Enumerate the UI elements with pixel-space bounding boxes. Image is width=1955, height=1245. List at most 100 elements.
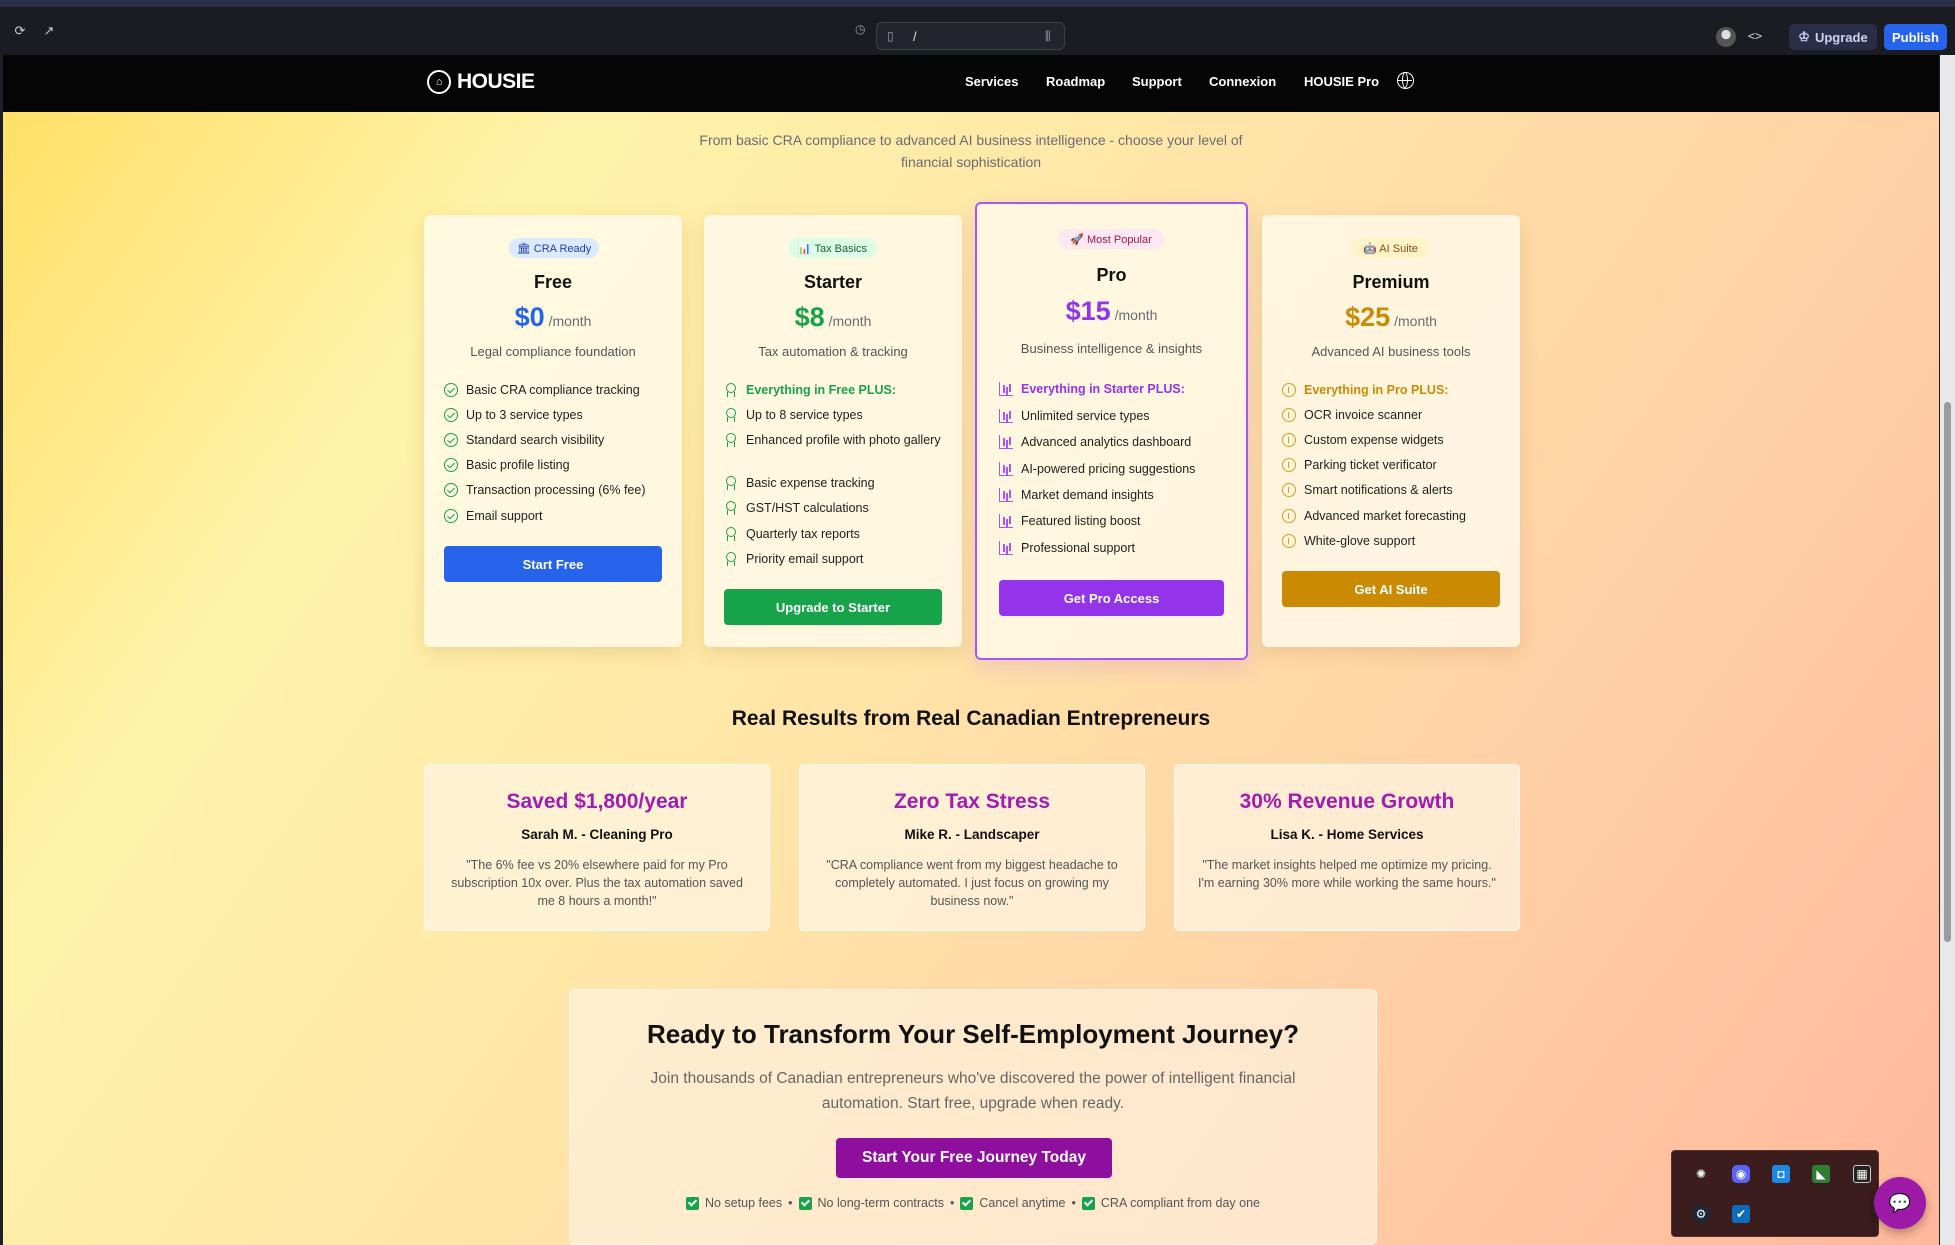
perk-item: CRA compliant from day one	[1081, 1196, 1260, 1210]
nvidia-icon[interactable]: ◣	[1812, 1165, 1830, 1183]
start-free-button[interactable]: Start Free	[444, 546, 662, 582]
feature-text: Advanced market forecasting	[1304, 509, 1466, 523]
result-author: Sarah M. - Cleaning Pro	[521, 827, 673, 842]
nav-services[interactable]: Services	[965, 74, 1019, 89]
feature-item: Parking ticket verificator	[1282, 457, 1506, 474]
upgrade-button[interactable]: ♔ Upgrade	[1789, 24, 1877, 50]
result-card: 30% Revenue Growth Lisa K. - Home Servic…	[1174, 764, 1520, 931]
checkbox-icon	[798, 1196, 812, 1210]
nav-support[interactable]: Support	[1132, 74, 1182, 89]
result-quote: "CRA compliance went from my biggest hea…	[826, 858, 1118, 908]
feature-text: Market demand insights	[1021, 488, 1154, 502]
perk-text: CRA compliant from day one	[1100, 1196, 1260, 1210]
nav-housie-pro[interactable]: HOUSIE Pro	[1304, 74, 1379, 89]
plan-card-starter: 📊 Tax Basics Starter $8/month Tax automa…	[704, 215, 962, 647]
check-circle-icon	[444, 383, 458, 397]
plan-card-premium: 🤖 AI Suite Premium $25/month Advanced AI…	[1262, 215, 1520, 647]
start-free-journey-button[interactable]: Start Your Free Journey Today	[836, 1138, 1112, 1178]
perk-text: No setup fees	[704, 1196, 783, 1210]
feature-text: Everything in Free PLUS:	[746, 383, 897, 397]
plan-badge: 🚀 Most Popular	[1058, 229, 1164, 249]
feature-text: Everything in Pro PLUS:	[1304, 383, 1449, 397]
award-icon	[724, 552, 738, 566]
feature-text: White-glove support	[1304, 534, 1416, 548]
feature-text: GST/HST calculations	[746, 501, 869, 515]
url-bar[interactable]: ▯ / ⫼	[876, 22, 1065, 50]
defender-icon[interactable]: ✔	[1732, 1205, 1750, 1223]
feature-text: Basic expense tracking	[746, 476, 875, 490]
checkbox-icon	[685, 1196, 699, 1210]
page-scrollbar[interactable]	[1940, 55, 1955, 1245]
plan-period: /month	[1114, 307, 1158, 323]
perk-text: Cancel anytime	[979, 1196, 1066, 1210]
get-pro-access-button[interactable]: Get Pro Access	[999, 580, 1224, 616]
coin-icon	[1282, 433, 1296, 447]
globe-icon[interactable]	[1397, 72, 1414, 89]
discord-icon[interactable]: ◉	[1732, 1165, 1750, 1183]
feature-text: Up to 8 service types	[746, 408, 863, 422]
feature-item: Everything in Pro PLUS:	[1282, 382, 1506, 399]
perk-item: No setup fees	[685, 1196, 783, 1210]
feature-text: Enhanced profile with photo gallery	[746, 433, 941, 447]
award-icon	[724, 383, 738, 397]
chat-bubble-icon[interactable]: 💬	[1874, 1177, 1926, 1229]
feature-item: Basic CRA compliance tracking	[444, 382, 668, 399]
result-author: Lisa K. - Home Services	[1270, 827, 1424, 842]
system-tray-popup: ✺ ◉ ◘ ◣ ▦ ⚙ ✔	[1671, 1150, 1879, 1237]
nav-connexion[interactable]: Connexion	[1209, 74, 1276, 89]
bar-chart-icon	[999, 514, 1013, 528]
calculator-icon[interactable]: ▦	[1853, 1165, 1871, 1183]
steam-icon[interactable]: ⚙	[1692, 1205, 1710, 1223]
feature-text: Transaction processing (6% fee)	[466, 483, 646, 497]
plan-price-row: $0/month	[424, 302, 682, 333]
plan-name: Free	[533, 272, 573, 292]
split-view-icon[interactable]: ⫼	[1045, 29, 1051, 44]
plan-name: Pro	[1096, 265, 1127, 285]
feature-item: Priority email support	[724, 551, 948, 568]
get-ai-suite-button[interactable]: Get AI Suite	[1282, 571, 1500, 607]
reload-icon[interactable]: ⟳	[9, 20, 31, 42]
url-text: /	[913, 28, 917, 44]
feature-item: GST/HST calculations	[724, 500, 948, 517]
feature-item: Up to 3 service types	[444, 407, 668, 424]
avatar[interactable]	[1716, 27, 1736, 47]
site-logo[interactable]: ⌂ HOUSIE	[427, 70, 535, 94]
open-external-icon[interactable]: ↗	[38, 20, 60, 42]
feature-item: Market demand insights	[999, 487, 1232, 504]
plan-price: $8	[794, 302, 825, 332]
feature-item: Quarterly tax reports	[724, 526, 948, 543]
scrollbar-thumb[interactable]	[1944, 402, 1951, 942]
code-icon[interactable]: <>	[1744, 25, 1766, 47]
check-circle-icon	[444, 483, 458, 497]
feature-item: Advanced market forecasting	[1282, 508, 1506, 525]
plan-price: $0	[514, 302, 545, 332]
feature-item: Email support	[444, 508, 668, 525]
bar-chart-icon	[999, 541, 1013, 555]
bar-chart-icon	[999, 382, 1013, 396]
feature-text: Professional support	[1021, 541, 1135, 555]
feature-text: Parking ticket verificator	[1304, 458, 1437, 472]
plan-tagline: Business intelligence & insights	[1020, 341, 1203, 356]
feature-text: Basic CRA compliance tracking	[466, 383, 640, 397]
feature-item: Professional support	[999, 540, 1232, 557]
feature-text: Unlimited service types	[1021, 409, 1150, 423]
shield-app-icon[interactable]: ◘	[1772, 1165, 1790, 1183]
history-icon[interactable]: ◷	[855, 22, 865, 36]
perks-list: No setup fees • No long-term contracts •…	[570, 1196, 1376, 1210]
feature-item: Enhanced profile with photo gallery	[724, 432, 948, 449]
result-headline: 30% Revenue Growth	[1239, 790, 1455, 813]
result-card: Zero Tax Stress Mike R. - Landscaper "CR…	[799, 764, 1145, 931]
asterisk-app-icon[interactable]: ✺	[1692, 1165, 1710, 1183]
upgrade-to-starter-button[interactable]: Upgrade to Starter	[724, 589, 942, 625]
award-icon	[724, 408, 738, 422]
bar-chart-icon	[999, 462, 1013, 476]
result-headline: Saved $1,800/year	[506, 790, 688, 813]
results-title: Real Results from Real Canadian Entrepre…	[731, 707, 1211, 730]
plan-tagline: Legal compliance foundation	[470, 344, 636, 359]
check-circle-icon	[444, 408, 458, 422]
publish-button[interactable]: Publish	[1884, 24, 1947, 50]
perk-item: Cancel anytime	[960, 1196, 1066, 1210]
perk-item: No long-term contracts	[798, 1196, 944, 1210]
nav-roadmap[interactable]: Roadmap	[1046, 74, 1105, 89]
feature-item: Featured listing boost	[999, 513, 1232, 530]
